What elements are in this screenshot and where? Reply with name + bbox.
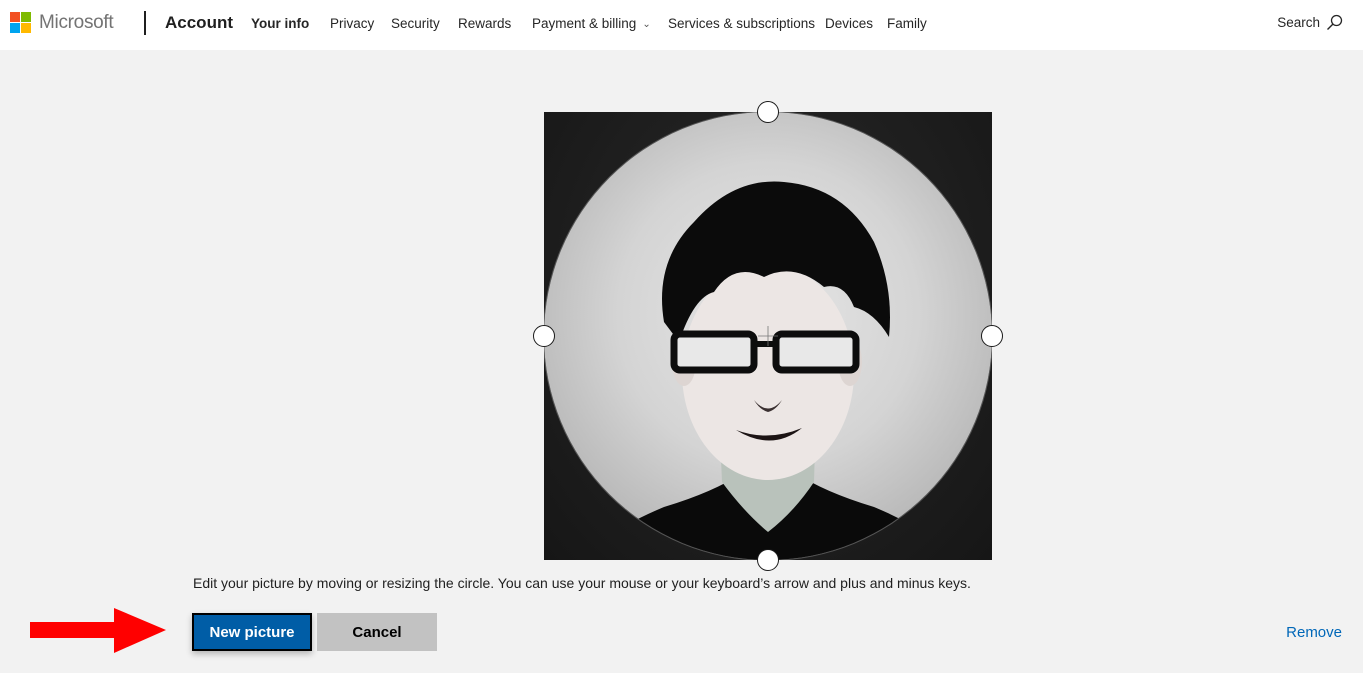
nav-devices[interactable]: Devices [825, 16, 873, 31]
resize-handle-left[interactable] [533, 325, 555, 347]
resize-handle-bottom[interactable] [757, 549, 779, 571]
crop-circle[interactable] [544, 112, 992, 560]
profile-photo-editor[interactable] [544, 112, 992, 560]
nav-services-subscriptions[interactable]: Services & subscriptions [668, 16, 815, 31]
editor-instructions: Edit your picture by moving or resizing … [193, 575, 971, 591]
nav-privacy[interactable]: Privacy [330, 16, 374, 31]
resize-handle-top[interactable] [757, 101, 779, 123]
nav-your-info[interactable]: Your info [251, 16, 309, 31]
account-title[interactable]: Account [165, 13, 233, 33]
search-icon [1327, 14, 1343, 30]
nav-payment-billing[interactable]: Payment & billing ⌄ [532, 16, 651, 31]
red-arrow-annotation-icon [30, 608, 166, 653]
remove-link[interactable]: Remove [1286, 624, 1342, 641]
nav-payment-billing-label: Payment & billing [532, 16, 637, 31]
profile-photo [584, 181, 954, 560]
microsoft-logo-icon [10, 12, 32, 34]
top-header: Microsoft Account Your info Privacy Secu… [0, 0, 1363, 50]
cancel-button[interactable]: Cancel [317, 613, 437, 651]
nav-family[interactable]: Family [887, 16, 927, 31]
search-label: Search [1277, 15, 1320, 30]
header-divider [144, 11, 146, 35]
resize-handle-right[interactable] [981, 325, 1003, 347]
microsoft-logo[interactable]: Microsoft [10, 12, 114, 34]
nav-security[interactable]: Security [391, 16, 440, 31]
brand-name: Microsoft [39, 12, 114, 33]
nav-rewards[interactable]: Rewards [458, 16, 511, 31]
chevron-down-icon: ⌄ [642, 19, 651, 30]
search-button[interactable]: Search [1277, 14, 1343, 31]
new-picture-button[interactable]: New picture [192, 613, 312, 651]
